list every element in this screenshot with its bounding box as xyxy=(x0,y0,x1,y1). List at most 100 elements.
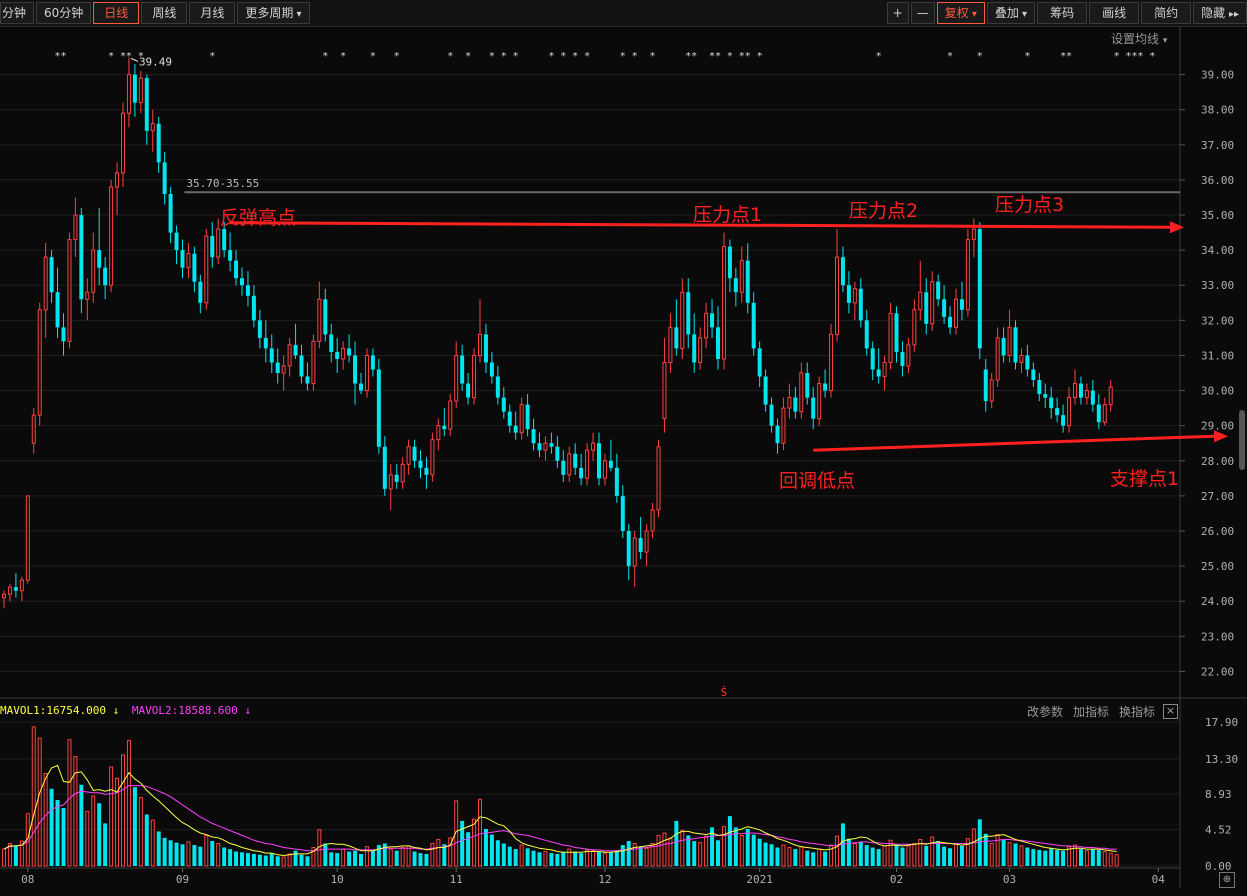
candle-body xyxy=(115,172,120,188)
candle xyxy=(692,313,697,373)
volume-bar xyxy=(805,850,810,866)
candle xyxy=(454,341,459,409)
candle-body xyxy=(513,425,518,433)
volume-bar xyxy=(763,842,768,866)
candle-body xyxy=(704,312,709,339)
candle-body xyxy=(305,376,310,384)
candle-body xyxy=(31,414,36,444)
volume-bar xyxy=(1114,854,1119,867)
candle xyxy=(733,267,738,307)
candle-body xyxy=(1073,383,1077,399)
candle xyxy=(347,334,352,363)
volume-bar xyxy=(531,850,536,866)
event-marker-icon: * xyxy=(340,51,346,62)
volume-bar xyxy=(1031,849,1036,866)
candle-body xyxy=(222,229,227,251)
candle xyxy=(67,232,72,349)
candle xyxy=(180,239,185,279)
candle xyxy=(1102,397,1107,426)
volume-bar xyxy=(43,772,48,867)
candle xyxy=(31,408,36,454)
candle-body xyxy=(608,460,613,468)
candle xyxy=(906,337,911,373)
candle-body xyxy=(91,249,96,293)
event-marker-icon: * xyxy=(691,51,697,62)
y-tick-label: 25.00 xyxy=(1201,560,1234,573)
candle xyxy=(109,179,114,293)
scrollbar[interactable] xyxy=(1239,410,1245,470)
mavol2-label: MAVOL2:18588.600 xyxy=(131,704,238,717)
candle xyxy=(442,408,447,437)
candle xyxy=(126,57,131,128)
add-indicator-button[interactable]: 加指标 xyxy=(1073,703,1109,720)
time-axis-labels: 08 09 10 11 12 2021 02 03 04 xyxy=(21,868,1165,886)
event-marker-icon: * xyxy=(876,51,882,62)
candle xyxy=(353,341,358,405)
candle xyxy=(597,432,601,486)
candle-body xyxy=(727,246,732,279)
candle xyxy=(495,365,500,405)
candle xyxy=(882,355,887,391)
volume-bar xyxy=(644,847,649,867)
candle-body xyxy=(638,538,643,553)
zoom-corner-icon[interactable]: ⊕ xyxy=(1219,872,1235,888)
candle-body xyxy=(698,337,703,363)
candle xyxy=(341,341,346,370)
candle xyxy=(959,281,964,321)
candle-body xyxy=(299,355,304,377)
candle-body xyxy=(287,344,292,367)
candle-body xyxy=(870,348,875,370)
candle-body xyxy=(495,376,500,398)
candle-body xyxy=(573,453,578,468)
candle-body xyxy=(109,186,114,286)
volume-bar xyxy=(1043,850,1048,866)
candle-body xyxy=(1096,404,1101,423)
candle-body xyxy=(948,316,953,328)
volume-bar xyxy=(400,846,405,867)
volume-bar xyxy=(478,798,482,867)
kline-chart[interactable]: 39.00 38.00 37.00 36.00 35.00 34.00 33.00 32.00… xyxy=(0,0,1247,896)
volume-bar xyxy=(353,850,358,866)
edit-params-button[interactable]: 改参数 xyxy=(1027,703,1063,720)
candle xyxy=(198,274,203,314)
candle xyxy=(579,453,584,486)
candle xyxy=(388,464,393,510)
volume-bar xyxy=(257,854,262,866)
candle-body xyxy=(864,320,869,349)
volume-bar xyxy=(293,850,298,866)
change-indicator-button[interactable]: 换指标 xyxy=(1119,703,1155,720)
close-panel-icon[interactable]: × xyxy=(1163,704,1178,719)
volume-bar xyxy=(620,845,625,866)
volume-bar xyxy=(251,853,256,866)
volume-bar xyxy=(930,836,935,867)
candle xyxy=(394,464,399,489)
volume-bar xyxy=(103,823,108,866)
candle-body xyxy=(418,460,423,468)
candle-body xyxy=(489,362,494,377)
candle xyxy=(1049,387,1054,419)
candle xyxy=(245,271,250,307)
candle xyxy=(73,197,78,258)
candle xyxy=(263,320,268,363)
volume-bar xyxy=(335,853,340,866)
candle-body xyxy=(1078,383,1083,398)
candle xyxy=(656,439,661,517)
candle-body xyxy=(757,348,762,377)
volume-bar xyxy=(1025,847,1030,866)
event-marker-icon: * xyxy=(60,51,66,62)
candle xyxy=(852,281,857,321)
volume-bar xyxy=(1061,850,1066,866)
candle xyxy=(549,432,554,454)
volume-bar xyxy=(1078,849,1083,866)
candle xyxy=(811,387,816,430)
candle-body xyxy=(121,112,125,174)
candle-body xyxy=(364,354,369,392)
candle xyxy=(168,186,173,244)
candle-body xyxy=(263,337,268,349)
candle xyxy=(49,250,54,303)
price-grid xyxy=(0,74,1180,672)
event-marker-icon: * xyxy=(513,51,519,62)
volume-bar xyxy=(216,842,221,867)
volume-bar xyxy=(1001,839,1006,866)
volume-bar xyxy=(472,818,477,867)
